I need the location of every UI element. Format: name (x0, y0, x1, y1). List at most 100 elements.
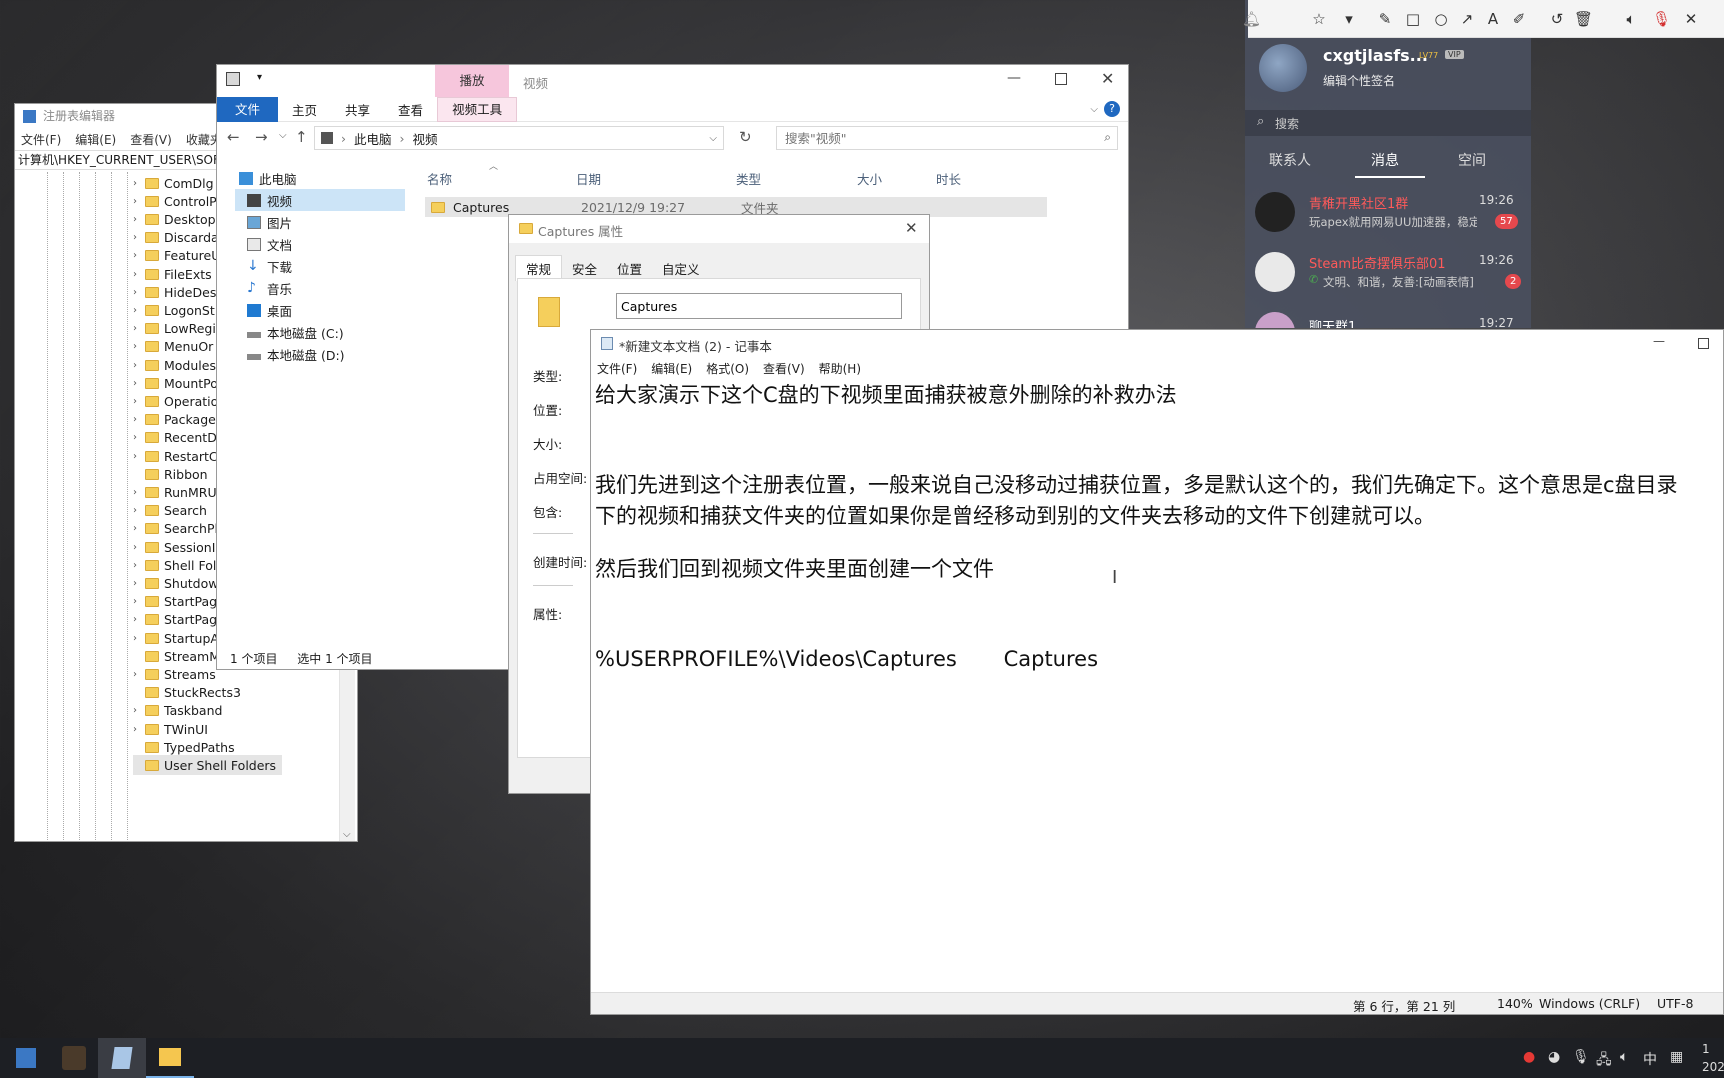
tab-messages[interactable]: 消息 (1371, 150, 1399, 170)
registry-key[interactable]: › LowRegi (133, 319, 216, 339)
registry-key[interactable]: StuckRects3 (133, 683, 241, 703)
expand-chevron-icon[interactable]: › (133, 341, 145, 352)
registry-key[interactable]: › ControlP (133, 191, 217, 211)
network-icon[interactable]: 🖧︎ (1596, 1049, 1612, 1073)
column-size[interactable]: 大小 (857, 169, 882, 188)
taskbar-app[interactable] (50, 1038, 98, 1078)
registry-key[interactable]: › RunMRU (133, 482, 217, 502)
expand-chevron-icon[interactable]: › (133, 705, 145, 716)
menu-file[interactable]: 文件(F) (21, 131, 61, 148)
expand-chevron-icon[interactable]: › (133, 487, 145, 498)
pen-icon[interactable]: ✎ (1376, 10, 1394, 28)
column-length[interactable]: 时长 (936, 169, 961, 188)
expand-chevron-icon[interactable]: › (133, 323, 145, 334)
registry-key[interactable]: › ComDlg (133, 173, 214, 193)
nav-drive-c[interactable]: 本地磁盘 (C:) (247, 321, 344, 343)
expand-chevron-icon[interactable]: › (133, 451, 145, 462)
chat-item[interactable]: Steam比奇摆俱乐部01 19:26 ✆ 文明、和谐，友善:[动画表情] 2 (1255, 244, 1525, 302)
recent-dropdown-icon[interactable]: ⌵ (279, 130, 287, 141)
registry-key[interactable]: › Package (133, 410, 216, 430)
registry-key[interactable]: › Search (133, 501, 207, 521)
ime-indicator[interactable]: 中 (1643, 1049, 1657, 1069)
close-button[interactable]: ✕ (1101, 69, 1114, 88)
address-bar[interactable]: › 此电脑 › 视频 ⌵ (314, 126, 724, 150)
nav-desktop[interactable]: 桌面 (247, 299, 292, 321)
notepad-maximize-button[interactable] (1698, 338, 1709, 349)
taskbar-notepad[interactable] (98, 1038, 146, 1078)
signature[interactable]: 编辑个性签名 (1323, 72, 1395, 89)
microphone-muted-icon[interactable]: 🎙︎ (1652, 10, 1671, 28)
address-dropdown-icon[interactable]: ⌵ (709, 133, 717, 144)
registry-key[interactable]: › Modules (133, 355, 216, 375)
expand-chevron-icon[interactable]: › (133, 414, 145, 425)
avatar[interactable] (1259, 44, 1307, 92)
menu-edit[interactable]: 编辑(E) (75, 131, 116, 148)
qq-search-input[interactable]: 搜索 (1275, 115, 1299, 132)
menu-format[interactable]: 格式(O) (706, 360, 749, 377)
search-icon[interactable]: ⌕ (1104, 130, 1111, 145)
back-arrow-icon[interactable]: ← (227, 128, 240, 146)
tab-location[interactable]: 位置 (607, 256, 652, 281)
expand-chevron-icon[interactable]: › (133, 542, 145, 553)
tab-customize[interactable]: 自定义 (652, 256, 710, 281)
search-input[interactable] (777, 127, 1077, 149)
tab-video-tools[interactable]: 视频工具 (437, 96, 518, 122)
forward-arrow-icon[interactable]: → (255, 128, 268, 146)
menu-edit[interactable]: 编辑(E) (651, 360, 692, 377)
maximize-button[interactable] (1055, 73, 1067, 85)
expand-chevron-icon[interactable]: › (133, 250, 145, 261)
tab-contacts[interactable]: 联系人 (1269, 150, 1311, 170)
folder-name-field[interactable] (616, 293, 902, 319)
registry-key[interactable]: › SearchPl (133, 519, 218, 539)
qq-messenger-panel[interactable]: cxgtjlasfs... LV77 VIP 编辑个性签名 ⌕ 搜索 联系人 消… (1245, 0, 1531, 328)
registry-key[interactable]: Ribbon (133, 464, 208, 484)
expand-chevron-icon[interactable]: › (133, 596, 145, 607)
ribbon-expand-icon[interactable]: ⌵ (1084, 104, 1104, 115)
registry-key[interactable]: › FileExts (133, 264, 212, 284)
tab-share[interactable]: 共享 (331, 100, 384, 119)
tab-home[interactable]: 主页 (278, 100, 331, 119)
help-icon[interactable]: ? (1104, 101, 1120, 117)
expand-chevron-icon[interactable]: › (133, 214, 145, 225)
nav-downloads[interactable]: ↓ 下载 (247, 255, 292, 277)
menu-help[interactable]: 帮助(H) (819, 360, 861, 377)
qq-search-bar[interactable]: ⌕ 搜索 (1245, 110, 1531, 136)
column-type[interactable]: 类型 (736, 169, 761, 188)
tab-security[interactable]: 安全 (562, 256, 607, 281)
notepad-text-area[interactable]: 给大家演示下这个C盘的下视频里面捕获被意外删除的补救办法 我们先进到这个注册表位… (593, 380, 1723, 992)
registry-key[interactable]: › SessionI (133, 537, 215, 557)
expand-chevron-icon[interactable]: › (133, 378, 145, 389)
expand-chevron-icon[interactable]: › (133, 178, 145, 189)
registry-key[interactable]: › Operatio (133, 391, 218, 411)
registry-key[interactable]: › LogonSt (133, 300, 215, 320)
expand-chevron-icon[interactable]: › (133, 360, 145, 371)
registry-key[interactable]: › RecentD (133, 428, 217, 448)
expand-chevron-icon[interactable]: › (133, 560, 145, 571)
up-arrow-icon[interactable]: ↑ (295, 128, 308, 146)
minimize-button[interactable]: — (1007, 70, 1021, 86)
breadcrumb-this-pc[interactable]: 此电脑 (354, 129, 392, 148)
column-date[interactable]: 日期 (576, 169, 601, 188)
bell-icon[interactable]: 🔔︎ (1242, 10, 1261, 28)
expand-chevron-icon[interactable]: › (133, 269, 145, 280)
expand-chevron-icon[interactable]: › (133, 724, 145, 735)
registry-key[interactable]: › Shell Fol (133, 555, 216, 575)
registry-key[interactable]: › StartPag (133, 610, 217, 630)
speaker-icon[interactable]: 🔈︎ (1622, 10, 1640, 28)
expand-chevron-icon[interactable]: › (133, 232, 145, 243)
expand-chevron-icon[interactable]: › (133, 633, 145, 644)
close-icon[interactable]: ✕ (1682, 10, 1700, 28)
nav-documents[interactable]: 文档 (247, 233, 292, 255)
registry-key[interactable]: › Shutdow (133, 573, 219, 593)
nav-drive-d[interactable]: 本地磁盘 (D:) (247, 343, 345, 365)
registry-key[interactable]: › MountPo (133, 373, 218, 393)
undo-icon[interactable]: ↺ (1548, 10, 1566, 28)
menu-view[interactable]: 查看(V) (130, 131, 172, 148)
expand-chevron-icon[interactable]: › (133, 432, 145, 443)
nav-videos[interactable]: 视频 (247, 189, 292, 211)
qq-tray-icon[interactable]: ◕ (1548, 1049, 1560, 1065)
column-name[interactable]: 名称 (427, 169, 452, 188)
scroll-down-icon[interactable]: ⌵ (343, 829, 351, 840)
expand-chevron-icon[interactable]: › (133, 396, 145, 407)
expand-chevron-icon[interactable]: › (133, 669, 145, 680)
